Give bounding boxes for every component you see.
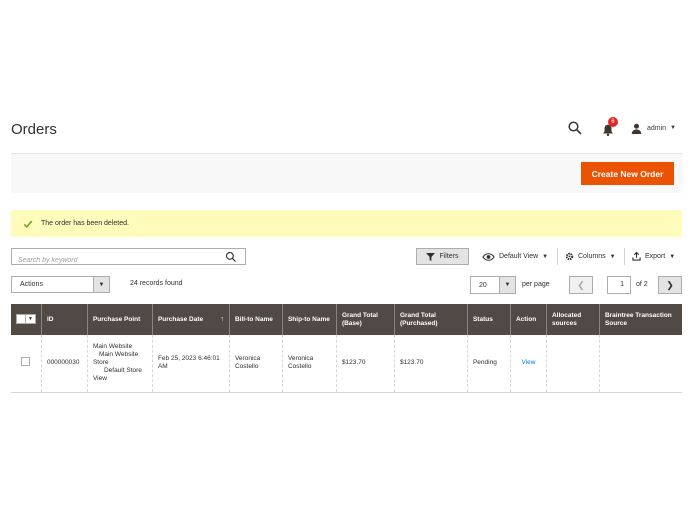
action-cell: View [509, 335, 547, 393]
notifications-button[interactable]: 6 [601, 117, 618, 137]
purchase-date: Feb 25, 2023 6:46:01 AM [151, 335, 230, 393]
columns-label: Columns [578, 253, 606, 260]
page-title: Orders [11, 121, 57, 138]
orders-grid: ▼ ID Purchase Point Purchase Date ↑ Bill-… [11, 304, 682, 393]
chevron-down-icon: ▼ [609, 253, 616, 260]
chevron-left-icon: ❮ [577, 279, 585, 290]
columns-control[interactable]: Columns ▼ [565, 248, 616, 265]
mass-actions-label: Actions [20, 281, 43, 288]
export-control[interactable]: Export ▼ [632, 248, 675, 265]
search-icon [568, 121, 582, 135]
keyword-search [11, 248, 246, 268]
keyword-search-input[interactable] [12, 253, 212, 268]
user-menu[interactable]: admin ▼ [631, 123, 676, 134]
check-icon [23, 220, 33, 228]
column-header[interactable]: Bill-to Name [228, 304, 283, 335]
filters-label: Filters [439, 253, 459, 260]
chevron-down-icon: ▼ [669, 253, 676, 260]
order-id: 000000030 [40, 335, 88, 393]
header-actions: 6 admin ▼ [567, 117, 676, 137]
toolbar-divider [624, 248, 625, 265]
global-search-button[interactable] [567, 120, 583, 136]
column-header: Allocated sources [545, 304, 600, 335]
export-label: Export [645, 253, 666, 260]
toolbar-divider [557, 248, 558, 265]
table-row[interactable]: 000000030 Main Website Main Website Stor… [11, 335, 682, 393]
per-page-label: per page [522, 281, 550, 288]
search-icon[interactable] [225, 251, 237, 263]
per-page-select[interactable]: 20 ▼ [470, 276, 516, 294]
filters-button[interactable]: Filters [416, 248, 469, 265]
user-name: admin [646, 124, 667, 132]
next-page-button[interactable]: ❯ [658, 276, 682, 294]
gear-icon [565, 252, 574, 261]
column-header[interactable]: Ship-to Name [281, 304, 337, 335]
table-header-row: ▼ ID Purchase Point Purchase Date ↑ Bill-… [11, 304, 682, 335]
notification-count-badge: 6 [607, 117, 618, 127]
column-header[interactable]: ID [40, 304, 88, 335]
funnel-icon [426, 252, 436, 261]
column-header-sorted[interactable]: Purchase Date ↑ [151, 304, 230, 335]
bill-to-name: Veronica Costello [228, 335, 283, 393]
chevron-down-icon: ▼ [499, 277, 515, 293]
chevron-down-icon: ▼ [670, 125, 676, 131]
create-new-order-button[interactable]: Create New Order [581, 162, 674, 185]
sort-arrow-icon: ↑ [220, 315, 224, 323]
column-header[interactable]: Braintree Transaction Source [598, 304, 682, 335]
column-header[interactable]: Status [466, 304, 511, 335]
previous-page-button[interactable]: ❮ [569, 276, 593, 294]
allocated-sources [545, 335, 600, 393]
message-text: The order has been deleted. [41, 220, 129, 227]
chevron-right-icon: ❯ [666, 279, 674, 290]
mass-actions-select[interactable]: Actions ▼ [11, 276, 110, 293]
chevron-down-icon: ▼ [25, 314, 35, 323]
current-page-input[interactable]: 1 [607, 276, 631, 294]
records-found: 24 records found [130, 280, 183, 287]
view-switcher[interactable]: Default View ▼ [482, 248, 548, 265]
mass-select-header[interactable]: ▼ [11, 304, 42, 335]
export-icon [632, 252, 641, 261]
user-icon [631, 123, 642, 134]
ship-to-name: Veronica Costello [281, 335, 337, 393]
row-select-cell [11, 335, 42, 393]
purchase-point: Main Website Main Website Store Default … [86, 335, 153, 393]
column-header[interactable]: Grand Total (Base) [335, 304, 395, 335]
success-message: The order has been deleted. [11, 210, 682, 237]
grand-total-base: $123.70 [335, 335, 395, 393]
view-label: Default View [499, 253, 539, 260]
view-order-link[interactable]: View [521, 359, 535, 366]
total-pages: of 2 [636, 281, 648, 288]
grand-total-purchased: $123.70 [393, 335, 468, 393]
chevron-down-icon: ▼ [93, 277, 109, 292]
row-checkbox[interactable] [21, 357, 31, 367]
column-header: Action [509, 304, 547, 335]
eye-icon [482, 252, 495, 261]
column-header[interactable]: Purchase Point [86, 304, 153, 335]
mass-select-checkbox[interactable]: ▼ [16, 313, 36, 324]
page-actions-bar: Create New Order [11, 153, 682, 193]
braintree-source [598, 335, 682, 393]
column-header[interactable]: Grand Total (Purchased) [393, 304, 468, 335]
chevron-down-icon: ▼ [542, 253, 549, 260]
order-status: Pending [466, 335, 511, 393]
per-page-value: 20 [479, 281, 487, 289]
